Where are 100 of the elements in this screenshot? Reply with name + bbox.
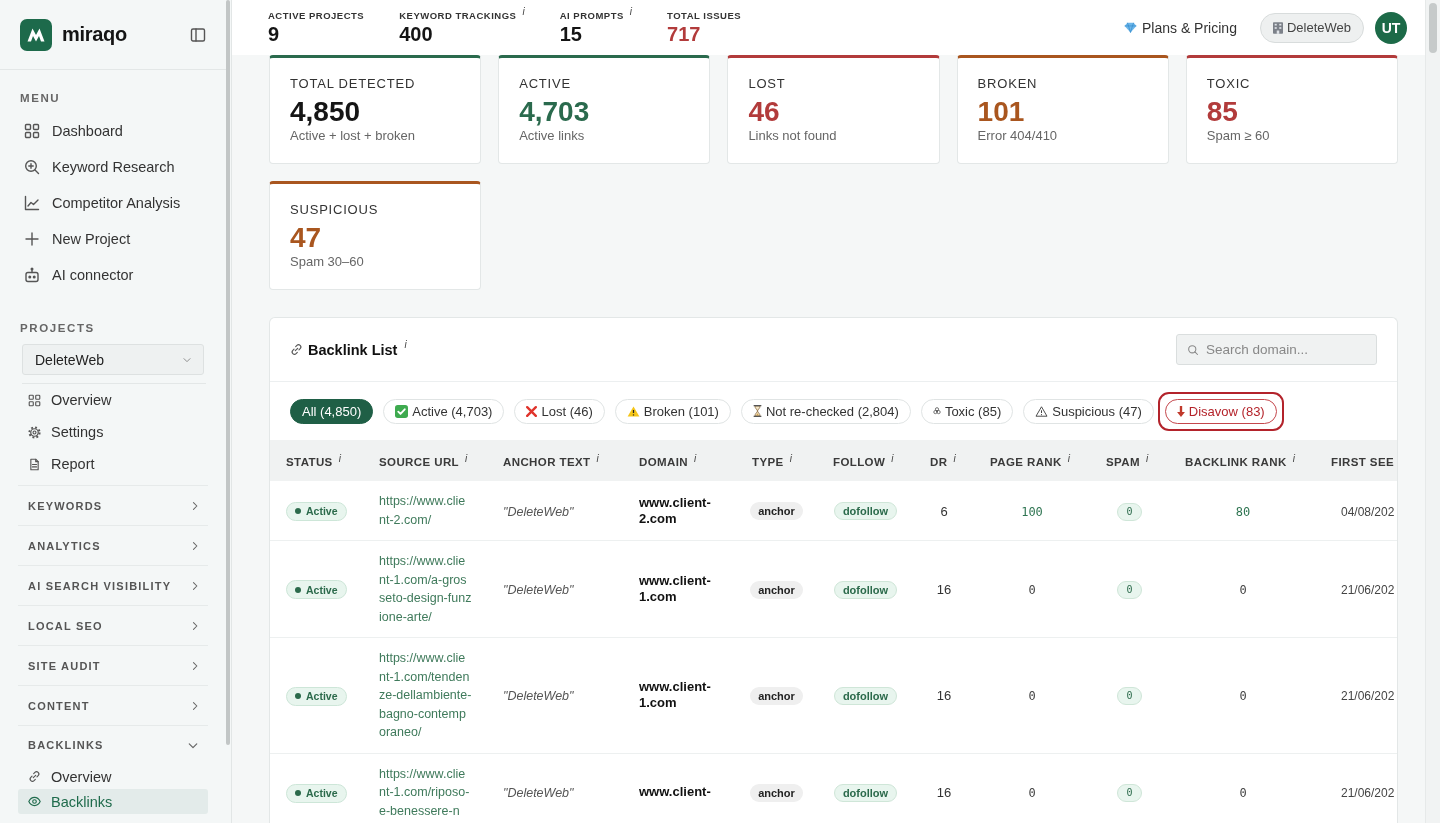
column-header[interactable]: FOLLOW: [833, 455, 886, 468]
spam-score: 0: [1117, 581, 1142, 599]
status-dot-icon: [295, 508, 301, 515]
section-label: MENU: [20, 92, 62, 104]
sidebar-item[interactable]: Keyword Research: [0, 149, 226, 185]
first-seen-date: 21/06/202: [1341, 786, 1395, 801]
dr-value: 16: [936, 785, 952, 801]
info-mark[interactable]: i: [522, 7, 525, 17]
brand-name: miraqo: [62, 23, 127, 46]
sidebar-item[interactable]: New Project: [0, 221, 226, 257]
domain-text: www.client-: [639, 784, 712, 801]
sidebar-toggle-icon[interactable]: [190, 26, 206, 43]
stat-value: 717: [667, 22, 702, 46]
status-dot-icon: [295, 790, 301, 796]
filter-chip[interactable]: Disavow (83): [1157, 391, 1284, 431]
plans-pricing-link[interactable]: Plans & Pricing: [1124, 19, 1237, 36]
column-header[interactable]: SPAM: [1106, 455, 1140, 468]
dr-value: 16: [936, 688, 952, 704]
status-label: Active: [306, 787, 338, 799]
info-mark[interactable]: i: [694, 452, 697, 464]
spam-score: 0: [1117, 502, 1142, 521]
info-mark[interactable]: i: [404, 340, 407, 350]
eye-icon: [28, 795, 41, 808]
sidebar-item[interactable]: Overview: [0, 384, 226, 416]
info-mark[interactable]: i: [1067, 452, 1070, 464]
column-header[interactable]: PAGE RANK: [990, 455, 1062, 468]
info-mark[interactable]: i: [1292, 452, 1295, 464]
warning-icon: [626, 405, 640, 417]
sidebar-section[interactable]: KEYWORDS: [18, 485, 208, 526]
sidebar-item[interactable]: Dashboard: [0, 113, 226, 149]
stat-value: 400: [399, 22, 434, 46]
card-caption: Spam 30–60: [290, 254, 364, 270]
sidebar-section[interactable]: LOCAL SEO: [18, 606, 208, 646]
filter-chip[interactable]: Active (4,703): [383, 398, 505, 424]
project-button[interactable]: DeleteWeb: [1259, 12, 1364, 43]
sidebar-section[interactable]: CONTENT: [18, 686, 208, 726]
chevron-down-icon: [183, 356, 191, 363]
sidebar-item[interactable]: Settings: [0, 416, 226, 448]
card-caption: Spam ≥ 60: [1206, 128, 1270, 144]
column-header[interactable]: STATUS: [286, 455, 333, 468]
sidebar-item[interactable]: Report: [0, 448, 226, 480]
column-header[interactable]: TYPE: [752, 455, 784, 468]
card-value: 101: [977, 96, 1025, 128]
type-tag: anchor: [750, 502, 803, 520]
settings-icon: [28, 425, 41, 439]
info-mark[interactable]: i: [1146, 452, 1149, 464]
anchor-text: "DeleteWeb": [503, 689, 574, 704]
source-url-link[interactable]: https://www.client-1.com/tendenze-dellambiente-bagno-contemporaneo/: [379, 649, 472, 742]
anchor-text: "DeleteWeb": [503, 504, 574, 519]
column-header[interactable]: ANCHOR TEXT: [503, 455, 591, 468]
filter-chip[interactable]: Not re-checked (2,804): [740, 398, 911, 424]
card-caption: Active + lost + broken: [290, 128, 415, 144]
zoom-in-icon: [24, 159, 40, 175]
sidebar-item[interactable]: Backlinks: [18, 789, 208, 814]
dr-value: 6: [940, 503, 948, 519]
filter-chip[interactable]: Toxic (85): [920, 398, 1014, 424]
column-header[interactable]: DR: [930, 455, 948, 468]
source-url-link[interactable]: https://www.client-1.com/a-grosseto-design-funzione-arte/: [379, 552, 472, 626]
search-field[interactable]: Search domain...: [1176, 334, 1377, 365]
card-value: 46: [748, 96, 780, 128]
sidebar-section[interactable]: SITE AUDIT: [18, 646, 208, 686]
column-header[interactable]: DOMAIN: [639, 455, 689, 468]
diamond-icon: [1124, 22, 1137, 33]
info-mark[interactable]: i: [891, 452, 894, 464]
sidebar-section[interactable]: BACKLINKS: [18, 726, 208, 764]
source-url-link[interactable]: https://www.client-1.com/riposo-e-benessere-n: [379, 764, 472, 820]
info-mark[interactable]: i: [596, 452, 599, 464]
source-url-link[interactable]: https://www.client-2.com/: [379, 492, 472, 529]
sidebar-item[interactable]: Competitor Analysis: [0, 185, 226, 221]
scrollbar-thumb[interactable]: [1429, 3, 1437, 53]
document-icon: [28, 457, 41, 471]
scrollbar-thumb[interactable]: [226, 0, 230, 745]
filter-chip[interactable]: Broken (101): [614, 398, 731, 424]
info-mark[interactable]: i: [953, 452, 956, 464]
info-mark[interactable]: i: [789, 452, 792, 464]
column-header[interactable]: SOURCE URL: [379, 455, 460, 468]
card-value: 4,850: [290, 96, 361, 128]
column-header[interactable]: BACKLINK RANK: [1185, 455, 1287, 468]
anchor-text: "DeleteWeb": [503, 583, 574, 597]
sidebar-section[interactable]: ANALYTICS: [18, 526, 208, 566]
first-seen-date: 21/06/202: [1341, 689, 1395, 704]
sidebar-item[interactable]: Overview: [18, 764, 208, 789]
project-select[interactable]: DeleteWeb: [22, 344, 204, 375]
backlink-rank-value: 0: [1239, 583, 1247, 597]
column-header[interactable]: FIRST SEE: [1331, 455, 1395, 468]
filter-chip[interactable]: Suspicious (47): [1023, 398, 1154, 424]
user-avatar[interactable]: UT: [1375, 11, 1407, 44]
card-value: 47: [290, 222, 322, 254]
filter-chip[interactable]: All (4,850): [290, 398, 374, 424]
line-chart-icon: [24, 195, 40, 211]
sidebar-item[interactable]: AI connector: [0, 257, 226, 293]
filter-chip[interactable]: Lost (46): [514, 398, 605, 424]
info-mark[interactable]: i: [338, 452, 341, 464]
info-mark[interactable]: i: [629, 7, 632, 17]
arrow-down-icon: [1176, 405, 1185, 417]
info-mark[interactable]: i: [465, 452, 468, 464]
sidebar-section[interactable]: AI SEARCH VISIBILITY: [18, 566, 208, 606]
card-label: ACTIVE: [519, 76, 571, 92]
status-label: Active: [306, 583, 338, 596]
card-caption: Active links: [519, 128, 585, 144]
